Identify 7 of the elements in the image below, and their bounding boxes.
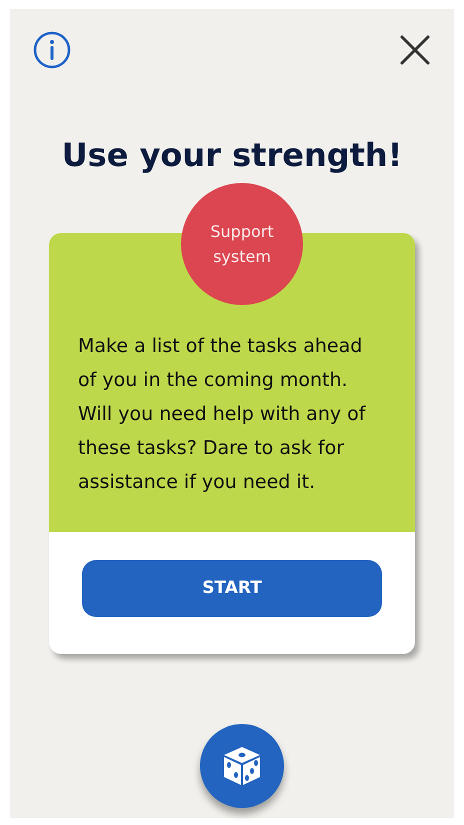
page-title: Use your strength! — [62, 135, 402, 176]
dice-button[interactable] — [200, 724, 284, 808]
close-icon[interactable] — [399, 34, 431, 66]
info-icon[interactable] — [33, 31, 71, 69]
task-description: Make a list of the tasks ahead of you in the coming month. Will you need help with any of these tasks? Dare to ask for assistance if you need it. — [78, 334, 367, 495]
start-button[interactable]: START — [82, 560, 382, 617]
category-label: Support system — [209, 221, 275, 268]
